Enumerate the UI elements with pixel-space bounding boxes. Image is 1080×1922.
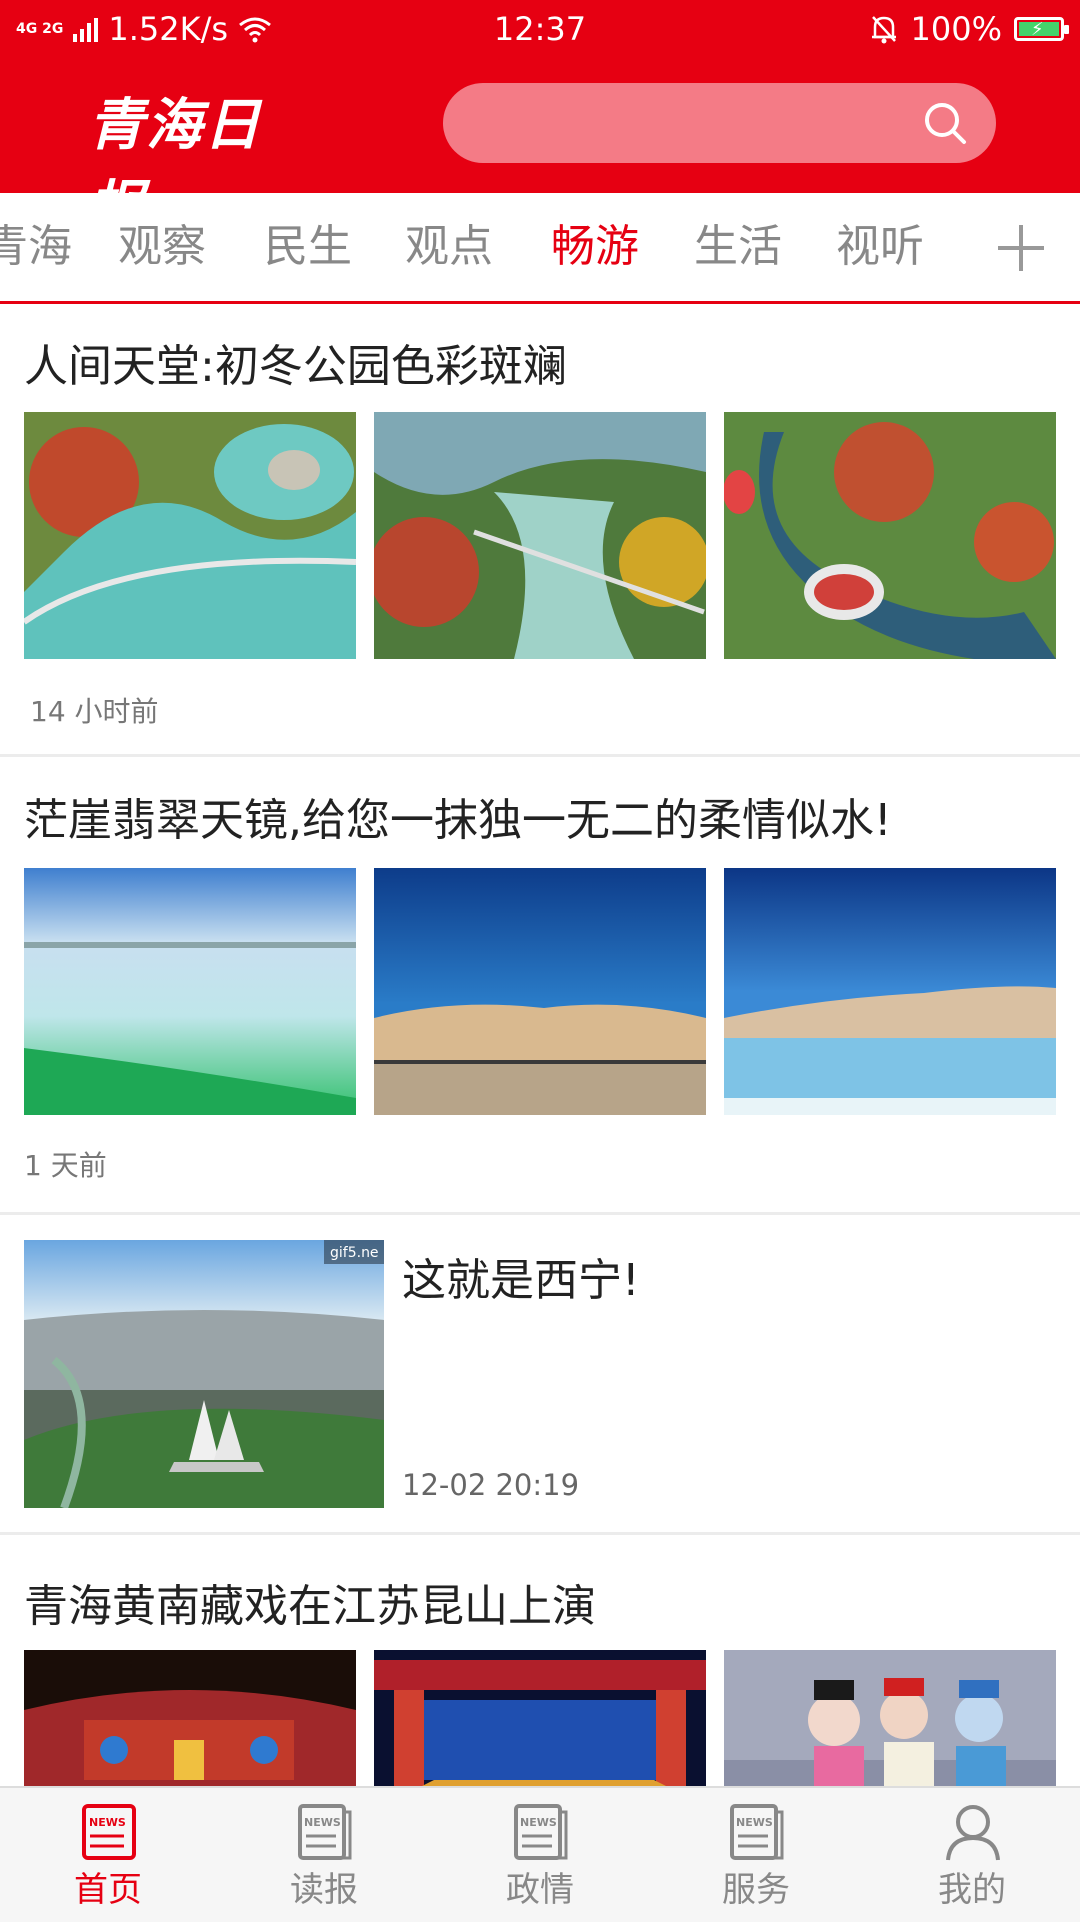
article-time: 12-02 20:19 xyxy=(402,1468,580,1502)
tab-shiting[interactable]: 视听 xyxy=(836,193,924,301)
article-title[interactable]: 青海黄南藏戏在江苏昆山上演 xyxy=(24,1570,596,1634)
app-header: 4G 2G 1.52K/s 12:37 100% ⚡ 青海日 xyxy=(0,0,1080,240)
article-image[interactable] xyxy=(24,1650,356,1786)
article-card[interactable]: 人间天堂:初冬公园色彩斑斓 14 小时前 xyxy=(0,304,1080,754)
battery-percent: 100% xyxy=(910,10,1002,48)
divider xyxy=(0,1212,1080,1215)
tab-guancha[interactable]: 观察 xyxy=(118,193,206,301)
svg-text:NEWS: NEWS xyxy=(736,1816,773,1829)
tab-changyou[interactable]: 畅游 xyxy=(551,193,639,301)
nav-services[interactable]: NEWS 服务 xyxy=(648,1788,864,1922)
news-feed: 人间天堂:初冬公园色彩斑斓 14 小时前 茫崖翡翠天镜,给您一抹独一无二的柔情似… xyxy=(0,304,1080,1786)
nav-label: 服务 xyxy=(722,1870,790,1910)
newspaper-icon: NEWS xyxy=(82,1804,136,1860)
bottom-nav: NEWS 首页 NEWS 读报 NEWS 政情 NEWS 服务 我的 xyxy=(0,1786,1080,1922)
article-image[interactable] xyxy=(374,412,706,659)
article-card[interactable]: 青海黄南藏戏在江苏昆山上演 xyxy=(0,1538,1080,1786)
nav-read-paper[interactable]: NEWS 读报 xyxy=(216,1788,432,1922)
article-image[interactable] xyxy=(724,412,1056,659)
article-image[interactable] xyxy=(374,1650,706,1786)
nav-label: 首页 xyxy=(74,1870,142,1910)
tab-shenghuo[interactable]: 生活 xyxy=(694,193,782,301)
article-image[interactable] xyxy=(24,868,356,1115)
nav-politics[interactable]: NEWS 政情 xyxy=(432,1788,648,1922)
tab-guandian[interactable]: 观点 xyxy=(405,193,493,301)
article-image[interactable] xyxy=(24,412,356,659)
article-image[interactable]: gif5.ne xyxy=(24,1240,384,1508)
newspaper-icon: NEWS xyxy=(730,1804,784,1860)
divider xyxy=(0,754,1080,757)
article-image[interactable] xyxy=(374,868,706,1115)
article-thumbnails xyxy=(24,1650,1056,1786)
article-card[interactable]: 茫崖翡翠天镜,给您一抹独一无二的柔情似水! 1 天前 xyxy=(0,760,1080,1212)
nav-label: 读报 xyxy=(290,1870,358,1910)
app-logo: 青海日报 xyxy=(88,92,262,240)
newspaper-icon: NEWS xyxy=(298,1804,352,1860)
nav-profile[interactable]: 我的 xyxy=(864,1788,1080,1922)
article-title[interactable]: 这就是西宁! xyxy=(402,1244,640,1308)
bell-muted-icon xyxy=(871,16,896,44)
user-icon xyxy=(946,1805,1000,1861)
svg-text:NEWS: NEWS xyxy=(520,1816,557,1829)
article-thumbnails xyxy=(24,868,1056,1115)
article-image[interactable] xyxy=(724,1650,1056,1786)
article-time: 14 小时前 xyxy=(30,695,159,728)
nav-home[interactable]: NEWS 首页 xyxy=(0,1788,216,1922)
svg-text:NEWS: NEWS xyxy=(89,1816,126,1829)
article-title[interactable]: 茫崖翡翠天镜,给您一抹独一无二的柔情似水! xyxy=(24,784,892,848)
article-title[interactable]: 人间天堂:初冬公园色彩斑斓 xyxy=(24,330,567,394)
divider xyxy=(0,1532,1080,1535)
nav-label: 我的 xyxy=(938,1870,1006,1910)
article-thumbnails xyxy=(24,412,1056,659)
svg-text:NEWS: NEWS xyxy=(304,1816,341,1829)
article-image[interactable] xyxy=(724,868,1056,1115)
category-tabs: 青海 观察 民生 观点 畅游 生活 视听 xyxy=(0,193,1080,304)
svg-text:gif5.ne: gif5.ne xyxy=(330,1245,379,1261)
battery-icon: ⚡ xyxy=(1014,17,1069,41)
article-card[interactable]: gif5.ne 这就是西宁! 12-02 20:19 xyxy=(0,1218,1080,1532)
article-time: 1 天前 xyxy=(24,1149,107,1182)
tab-minsheng[interactable]: 民生 xyxy=(264,193,352,301)
search-icon[interactable] xyxy=(922,100,968,146)
add-tab-icon[interactable] xyxy=(998,225,1044,271)
status-bar: 4G 2G 1.52K/s 12:37 100% ⚡ xyxy=(0,0,1080,58)
newspaper-icon: NEWS xyxy=(514,1804,568,1860)
tab-qinghai[interactable]: 青海 xyxy=(0,193,72,301)
search-bar[interactable] xyxy=(443,83,996,163)
nav-label: 政情 xyxy=(506,1870,574,1910)
